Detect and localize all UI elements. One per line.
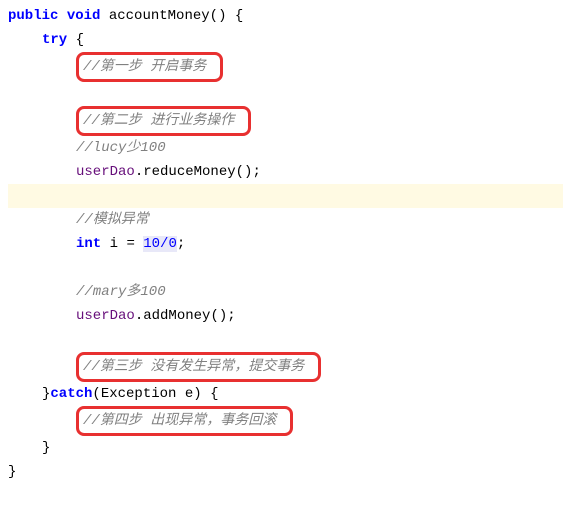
brace-open: {	[226, 8, 243, 24]
blank-line	[8, 256, 563, 280]
highlight-box-3: //第三步 没有发生异常，提交事务	[76, 352, 321, 382]
code-block: public void accountMoney() { try { //第一步…	[8, 4, 563, 484]
ex-type: Exception	[101, 386, 177, 402]
brace-open: {	[67, 32, 84, 48]
field-userdao: userDao	[76, 164, 135, 180]
code-line-comment3: //lucy少100	[8, 136, 563, 160]
ex-var: e	[176, 386, 193, 402]
comment-step4: //第四步 出现异常，事务回滚	[83, 413, 276, 429]
semi: ;	[177, 236, 185, 252]
code-line-comment6: //第三步 没有发生异常，提交事务	[8, 352, 563, 382]
code-line-int: int i = 10/0;	[8, 232, 563, 256]
eq: =	[126, 236, 143, 252]
comment-lucy: //lucy少100	[76, 140, 166, 156]
paren-open: (	[92, 386, 100, 402]
method-reduce: reduceMoney	[143, 164, 235, 180]
highlight-line	[8, 184, 563, 208]
method-add: addMoney	[143, 308, 210, 324]
dot: .	[135, 308, 143, 324]
blank-line	[8, 328, 563, 352]
comment-step1: //第一步 开启事务	[83, 59, 206, 75]
var-i: i	[101, 236, 126, 252]
comment-mock: //模拟异常	[76, 212, 149, 228]
code-line-comment4: //模拟异常	[8, 208, 563, 232]
blank-line	[8, 82, 563, 106]
tail: ();	[210, 308, 235, 324]
tail: ();	[236, 164, 261, 180]
code-line-add: userDao.addMoney();	[8, 304, 563, 328]
method-name: accountMoney	[109, 8, 210, 24]
highlight-box-1: //第一步 开启事务	[76, 52, 223, 82]
paren-close: )	[193, 386, 201, 402]
highlight-box-2: //第二步 进行业务操作	[76, 106, 251, 136]
brace-close: }	[42, 440, 50, 456]
kw-void: void	[67, 8, 101, 24]
kw-catch: catch	[50, 386, 92, 402]
comment-step3: //第三步 没有发生异常，提交事务	[83, 359, 304, 375]
code-line-try: try {	[8, 28, 563, 52]
code-line-comment7: //第四步 出现异常，事务回滚	[8, 406, 563, 436]
code-line-comment1: //第一步 开启事务	[8, 52, 563, 82]
code-line-close2: }	[8, 460, 563, 484]
comment-mary: //mary多100	[76, 284, 166, 300]
brace-open: {	[202, 386, 219, 402]
code-line-reduce: userDao.reduceMoney();	[8, 160, 563, 184]
kw-int: int	[76, 236, 101, 252]
code-line-comment5: //mary多100	[8, 280, 563, 304]
field-userdao: userDao	[76, 308, 135, 324]
code-line-catch: }catch(Exception e) {	[8, 382, 563, 406]
num-literal: 10/0	[143, 236, 177, 252]
kw-try: try	[42, 32, 67, 48]
parens: ()	[210, 8, 227, 24]
code-line-comment2: //第二步 进行业务操作	[8, 106, 563, 136]
code-line-method-decl: public void accountMoney() {	[8, 4, 563, 28]
brace-close: }	[8, 464, 16, 480]
kw-public: public	[8, 8, 58, 24]
comment-step2: //第二步 进行业务操作	[83, 113, 234, 129]
dot: .	[135, 164, 143, 180]
code-line-close1: }	[8, 436, 563, 460]
highlight-box-4: //第四步 出现异常，事务回滚	[76, 406, 293, 436]
